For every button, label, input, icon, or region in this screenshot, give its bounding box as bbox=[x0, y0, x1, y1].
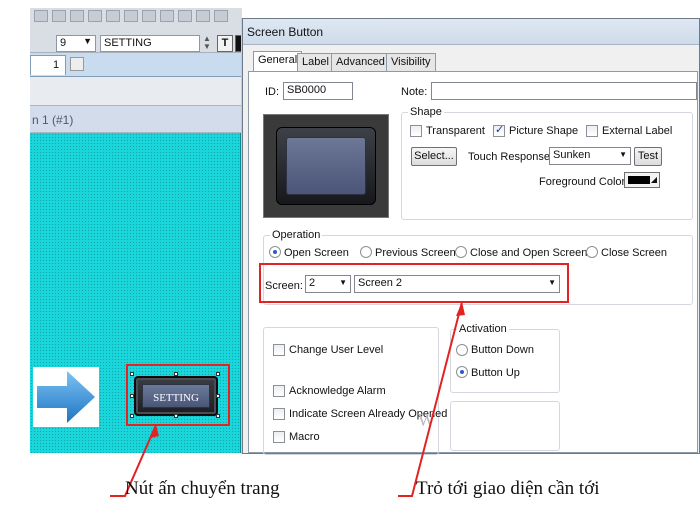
radio-button-up[interactable] bbox=[456, 366, 468, 378]
bold-toggle-icon[interactable]: T bbox=[217, 35, 233, 52]
document-gap bbox=[30, 77, 242, 105]
screen-button-dialog: Screen Button General Label Advanced Vis… bbox=[242, 18, 700, 455]
shape-group-title: Shape bbox=[408, 106, 444, 118]
foreground-color-picker[interactable]: ◢ bbox=[624, 172, 660, 188]
highlight-box-screen-select bbox=[259, 263, 569, 303]
macro-label: Macro bbox=[289, 431, 320, 443]
font-size-value: 9 bbox=[60, 37, 67, 49]
chevron-down-icon: ◢ bbox=[650, 175, 657, 184]
toolbar-tool-icon[interactable] bbox=[106, 10, 120, 22]
toolbar-tool-icon[interactable] bbox=[160, 10, 174, 22]
chevron-down-icon: ▼ bbox=[83, 36, 92, 46]
change-user-level-label: Change User Level bbox=[289, 344, 384, 356]
button-up-label: Button Up bbox=[471, 367, 520, 379]
caption-left: Nút ấn chuyển trang bbox=[125, 478, 280, 499]
toolbar-tool-icon[interactable] bbox=[196, 10, 210, 22]
document-tabbar: 1 bbox=[30, 53, 242, 77]
font-name-value: SETTING bbox=[104, 37, 152, 49]
toolbar-tool-icon[interactable] bbox=[88, 10, 102, 22]
tab-general[interactable]: General bbox=[253, 51, 303, 72]
acknowledge-alarm-checkbox[interactable] bbox=[273, 385, 285, 397]
color-swatch-icon bbox=[628, 176, 650, 184]
toolbar-tool-icon[interactable] bbox=[34, 10, 48, 22]
touch-response-select[interactable]: Sunken ▼ bbox=[549, 147, 631, 165]
document-tab[interactable]: 1 bbox=[30, 55, 66, 75]
transparent-checkbox[interactable] bbox=[410, 125, 422, 137]
toolbar-tool-icon[interactable] bbox=[214, 10, 228, 22]
toolbar-tool-icon[interactable] bbox=[70, 10, 84, 22]
picture-shape-label: Picture Shape bbox=[509, 125, 579, 137]
external-label-label: External Label bbox=[602, 125, 673, 137]
toolbar-tool-icon[interactable] bbox=[124, 10, 138, 22]
arrow-right-icon bbox=[37, 371, 95, 423]
editor-toolbar: 9 ▼ SETTING ▲ ▼ T bbox=[30, 8, 251, 53]
chevron-down-icon: ▼ bbox=[619, 150, 627, 159]
transparent-label: Transparent bbox=[426, 125, 485, 137]
indicate-screen-opened-checkbox[interactable] bbox=[273, 408, 285, 420]
caption-right: Trỏ tới giao diện cần tới bbox=[416, 478, 600, 499]
toolbar-tool-icon[interactable] bbox=[142, 10, 156, 22]
tab-visibility[interactable]: Visibility bbox=[386, 53, 436, 71]
dialog-title: Screen Button bbox=[247, 25, 324, 39]
open-screen-label: Open Screen bbox=[284, 247, 349, 259]
highlight-box-button bbox=[126, 364, 230, 426]
preview-button-frame bbox=[276, 127, 376, 205]
activation-group: Activation bbox=[450, 323, 560, 393]
operation-group-title: Operation bbox=[270, 229, 323, 241]
toolbar-tool-icon[interactable] bbox=[52, 10, 66, 22]
watermark-text: W bbox=[418, 410, 435, 430]
tab-advanced[interactable]: Advanced bbox=[331, 53, 390, 71]
id-field[interactable]: SB0000 bbox=[283, 82, 353, 100]
test-button[interactable]: Test bbox=[634, 147, 662, 166]
touch-response-label: Touch Response: bbox=[468, 151, 553, 163]
note-label: Note: bbox=[401, 86, 428, 98]
dialog-titlebar: Screen Button bbox=[243, 19, 699, 45]
arrow-shape[interactable] bbox=[33, 367, 99, 427]
preview-button-face bbox=[286, 137, 366, 195]
font-size-select[interactable]: 9 ▼ bbox=[56, 35, 96, 52]
radio-close-open-screen[interactable] bbox=[455, 246, 467, 258]
id-label: ID: bbox=[265, 86, 280, 98]
close-screen-label: Close Screen bbox=[601, 247, 668, 259]
shape-preview bbox=[263, 114, 389, 218]
macro-checkbox[interactable] bbox=[273, 431, 285, 443]
external-label-checkbox[interactable] bbox=[586, 125, 598, 137]
button-down-label: Button Down bbox=[471, 344, 534, 356]
select-shape-button[interactable]: Select... bbox=[411, 147, 457, 166]
radio-button-down[interactable] bbox=[456, 344, 468, 356]
change-user-level-checkbox[interactable] bbox=[273, 344, 285, 356]
picture-shape-checkbox[interactable] bbox=[493, 123, 505, 137]
previous-screen-label: Previous Screen bbox=[375, 247, 456, 259]
font-name-field[interactable]: SETTING bbox=[100, 35, 200, 52]
acknowledge-alarm-label: Acknowledge Alarm bbox=[289, 385, 386, 397]
radio-open-screen[interactable] bbox=[269, 246, 281, 258]
tab-label[interactable]: Label bbox=[297, 53, 334, 71]
radio-close-screen[interactable] bbox=[586, 246, 598, 258]
lock-icon[interactable] bbox=[70, 57, 84, 71]
secondary-group bbox=[450, 401, 560, 451]
toolbar-tool-icon[interactable] bbox=[178, 10, 192, 22]
spin-icon[interactable]: ▲ ▼ bbox=[202, 35, 212, 52]
close-open-screen-label: Close and Open Screen bbox=[470, 247, 588, 259]
document-titlebar: n 1 (#1) bbox=[30, 105, 242, 133]
radio-previous-screen[interactable] bbox=[360, 246, 372, 258]
activation-group-title: Activation bbox=[457, 323, 509, 335]
note-field[interactable] bbox=[431, 82, 697, 100]
document-title: n 1 (#1) bbox=[32, 113, 74, 127]
foreground-color-label: Foreground Color: bbox=[539, 176, 629, 188]
